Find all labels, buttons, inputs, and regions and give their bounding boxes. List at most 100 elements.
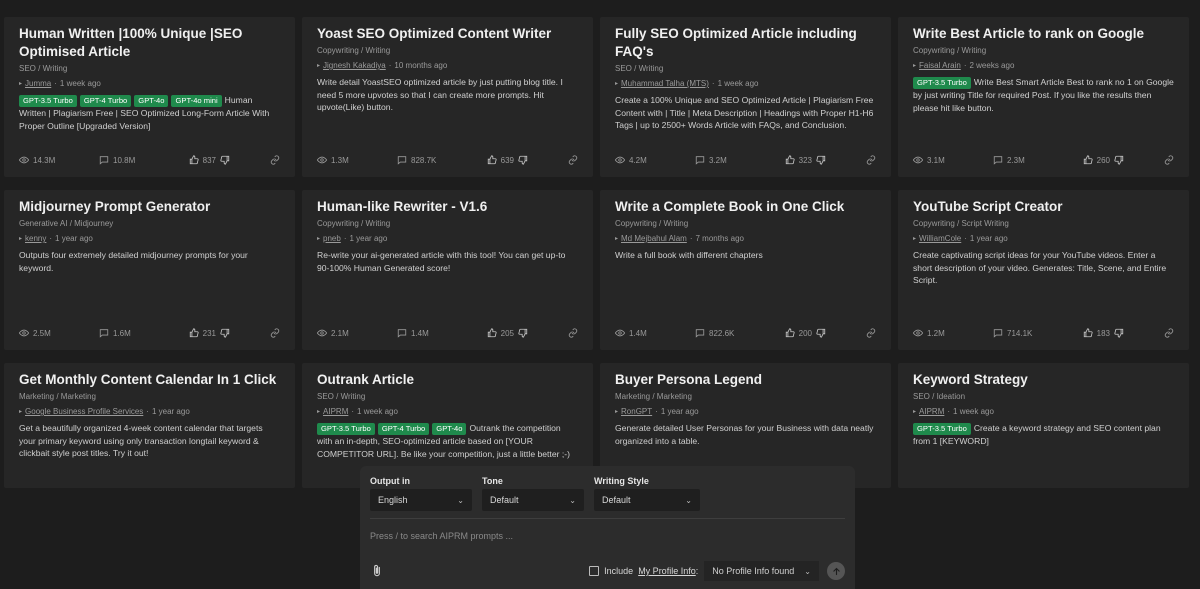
card-title[interactable]: YouTube Script Creator (913, 198, 1174, 216)
thumbs-down-icon[interactable] (220, 155, 230, 165)
thumbs-down-icon[interactable] (816, 155, 826, 165)
thumbs-up-icon[interactable] (487, 328, 497, 338)
card-author[interactable]: AIPRM (323, 407, 348, 416)
card-author[interactable]: Faisal Arain (919, 61, 961, 70)
card-title[interactable]: Keyword Strategy (913, 371, 1174, 389)
card-time: 10 months ago (394, 61, 448, 70)
include-profile-checkbox[interactable] (589, 566, 600, 576)
card-title[interactable]: Yoast SEO Optimized Content Writer (317, 25, 578, 43)
prompt-card[interactable]: Keyword Strategy SEO / Ideation ▸ AIPRM … (898, 363, 1189, 488)
search-input[interactable] (370, 519, 845, 541)
link-icon[interactable] (270, 155, 280, 165)
prompt-card[interactable]: Fully SEO Optimized Article including FA… (600, 17, 891, 177)
comments-stat: 1.6M (99, 328, 179, 338)
author-triangle-icon: ▸ (913, 236, 917, 242)
card-category: Copywriting / Writing (317, 46, 391, 55)
comments-stat: 10.8M (99, 155, 179, 165)
profile-info-select[interactable]: No Profile Info found ⌄ (704, 561, 819, 581)
card-stats: 4.2M 3.2M 323 (615, 155, 876, 165)
card-author[interactable]: AIPRM (919, 407, 944, 416)
card-title[interactable]: Human-like Rewriter - V1.6 (317, 198, 578, 216)
likes-count: 260 (1096, 155, 1110, 165)
card-meta: ▸ Google Business Profile Services · 1 y… (19, 407, 280, 416)
my-profile-info-link[interactable]: My Profile Info (638, 566, 696, 576)
card-meta: ▸ kenny · 1 year ago (19, 234, 280, 243)
thumbs-up-icon[interactable] (189, 328, 199, 338)
thumbs-up-icon[interactable] (1083, 328, 1093, 338)
tone-label: Tone (482, 476, 503, 486)
thumbs-down-icon[interactable] (518, 328, 528, 338)
card-author[interactable]: kenny (25, 234, 46, 243)
card-author[interactable]: Muhammad Talha (MTS) (621, 79, 709, 88)
card-author[interactable]: Md Mejbahul Alam (621, 234, 687, 243)
card-title[interactable]: Write Best Article to rank on Google (913, 25, 1174, 43)
card-description-text: Outputs four extremely detailed midjourn… (19, 250, 248, 273)
thumbs-down-icon[interactable] (1114, 155, 1124, 165)
link-icon[interactable] (1164, 155, 1174, 165)
prompt-card[interactable]: Get Monthly Content Calendar In 1 Click … (4, 363, 295, 488)
prompt-card[interactable]: Midjourney Prompt Generator Generative A… (4, 190, 295, 350)
card-meta: ▸ Jumma · 1 week ago (19, 79, 280, 88)
thumbs-down-icon[interactable] (518, 155, 528, 165)
link-icon[interactable] (866, 328, 876, 338)
thumbs-up-icon[interactable] (1083, 155, 1093, 165)
thumbs-up-icon[interactable] (785, 328, 795, 338)
send-button[interactable] (827, 562, 845, 580)
card-title[interactable]: Fully SEO Optimized Article including FA… (615, 25, 876, 61)
prompt-card[interactable]: Write a Complete Book in One Click Copyw… (600, 190, 891, 350)
link-icon[interactable] (270, 328, 280, 338)
card-author[interactable]: Jignesh Kakadiya (323, 61, 386, 70)
likes-count: 639 (500, 155, 514, 165)
card-category: Copywriting / Writing (913, 46, 987, 55)
link-icon[interactable] (1164, 328, 1174, 338)
card-author[interactable]: Google Business Profile Services (25, 407, 143, 416)
prompt-card[interactable]: Human-like Rewriter - V1.6 Copywriting /… (302, 190, 593, 350)
profile-colon: : (695, 566, 699, 576)
writing-style-value: Default (602, 495, 631, 505)
prompt-card[interactable]: Write Best Article to rank on Google Cop… (898, 17, 1189, 177)
prompt-card[interactable]: Human Written |100% Unique |SEO Optimise… (4, 17, 295, 177)
views-count: 3.1M (927, 155, 945, 165)
card-meta: ▸ pneb · 1 year ago (317, 234, 578, 243)
card-description: Write detail YoastSEO optimized article … (317, 76, 578, 114)
thumbs-down-icon[interactable] (220, 328, 230, 338)
thumbs-down-icon[interactable] (816, 328, 826, 338)
prompt-card[interactable]: YouTube Script Creator Copywriting / Scr… (898, 190, 1189, 350)
thumbs-down-icon[interactable] (1114, 328, 1124, 338)
comment-icon (99, 328, 109, 338)
likes-stat: 205 (477, 328, 528, 338)
likes-count: 200 (798, 328, 812, 338)
card-author[interactable]: WilliamCole (919, 234, 961, 243)
model-tag: GPT-3.5 Turbo (913, 423, 971, 435)
views-stat: 1.2M (913, 328, 993, 338)
card-time: 1 week ago (953, 407, 994, 416)
writing-style-select[interactable]: Default ⌄ (594, 489, 700, 511)
card-description: GPT-3.5 Turbo GPT-4 Turbo GPT-4o GPT-4o min… (19, 94, 280, 132)
card-title[interactable]: Get Monthly Content Calendar In 1 Click (19, 371, 280, 389)
card-title[interactable]: Human Written |100% Unique |SEO Optimise… (19, 25, 280, 61)
meta-separator: · (388, 61, 392, 70)
eye-icon (615, 155, 625, 165)
comments-count: 828.7K (411, 155, 437, 165)
card-title[interactable]: Midjourney Prompt Generator (19, 198, 280, 216)
link-icon[interactable] (568, 328, 578, 338)
views-count: 1.4M (629, 328, 647, 338)
thumbs-up-icon[interactable] (785, 155, 795, 165)
card-title[interactable]: Buyer Persona Legend (615, 371, 876, 389)
card-description-text: Write a full book with different chapter… (615, 250, 763, 260)
tone-select[interactable]: Default ⌄ (482, 489, 584, 511)
card-author[interactable]: Jumma (25, 79, 51, 88)
thumbs-up-icon[interactable] (487, 155, 497, 165)
prompt-card[interactable]: Yoast SEO Optimized Content Writer Copyw… (302, 17, 593, 177)
link-icon[interactable] (568, 155, 578, 165)
card-author[interactable]: pneb (323, 234, 341, 243)
card-title[interactable]: Outrank Article (317, 371, 578, 389)
output-language-select[interactable]: English ⌄ (370, 489, 472, 511)
comment-icon (99, 155, 109, 165)
views-stat: 2.1M (317, 328, 397, 338)
card-title[interactable]: Write a Complete Book in One Click (615, 198, 876, 216)
paperclip-icon[interactable] (370, 564, 384, 578)
card-author[interactable]: RonGPT (621, 407, 652, 416)
thumbs-up-icon[interactable] (189, 155, 199, 165)
link-icon[interactable] (866, 155, 876, 165)
